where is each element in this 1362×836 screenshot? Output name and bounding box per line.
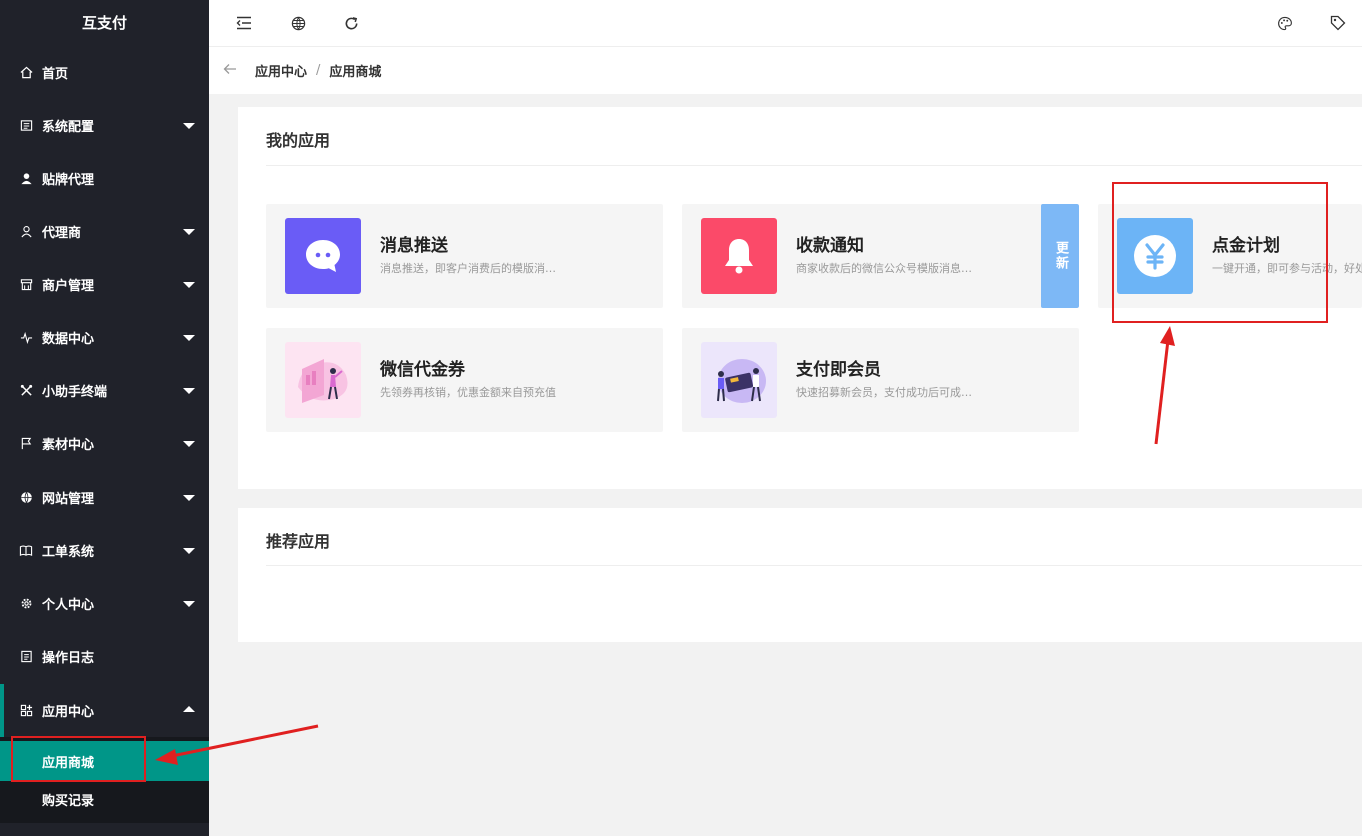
app-card-desc: 先领券再核销，优惠金额来自预充值 xyxy=(380,386,556,399)
app-card-title: 收款通知 xyxy=(796,236,864,256)
sidebar-item-home[interactable]: 首页 xyxy=(0,46,209,99)
caret-down-icon xyxy=(183,229,195,235)
app-card-title: 支付即会员 xyxy=(796,360,881,380)
back-arrow-icon[interactable] xyxy=(223,63,237,79)
sidebar-item-data-center[interactable]: 数据中心 xyxy=(0,311,209,364)
sidebar-item-label: 操作日志 xyxy=(42,651,95,666)
app-logo-title: 互支付 xyxy=(81,14,127,32)
recommended-apps-panel: 推荐应用 xyxy=(238,508,1362,642)
sidebar-item-label: 工单系统 xyxy=(42,545,95,560)
sidebar-item-label: 数据中心 xyxy=(42,332,95,347)
breadcrumb-item-app-center[interactable]: 应用中心 xyxy=(255,61,307,80)
sidebar-item-label: 代理商 xyxy=(42,226,82,241)
apps-icon xyxy=(19,704,33,718)
gear-icon xyxy=(19,597,33,611)
caret-down-icon xyxy=(183,548,195,554)
app-card-title: 消息推送 xyxy=(380,236,448,256)
sidebar-item-label: 网站管理 xyxy=(42,492,95,507)
tag-icon[interactable] xyxy=(1329,14,1347,32)
app-card-title: 微信代金券 xyxy=(380,360,465,380)
coupon-illustration-icon xyxy=(285,342,361,418)
sidebar-item-operation-log[interactable]: 操作日志 xyxy=(0,630,209,683)
sidebar-item-label: 小助手终端 xyxy=(42,385,108,400)
sidebar-item-website[interactable]: 网站管理 xyxy=(0,471,209,524)
sidebar-item-agents[interactable]: 代理商 xyxy=(0,205,209,258)
submenu-item-purchase-records[interactable]: 购买记录 xyxy=(0,779,209,819)
sidebar-item-label: 首页 xyxy=(42,67,69,82)
pulse-icon xyxy=(19,331,33,345)
sidebar-item-label: 应用中心 xyxy=(42,705,95,720)
highlight-box-app-store xyxy=(11,736,146,782)
member-illustration-icon xyxy=(701,342,777,418)
panel-divider xyxy=(266,565,1362,566)
top-header xyxy=(209,0,1362,47)
caret-down-icon xyxy=(183,495,195,501)
sidebar-item-label: 商户管理 xyxy=(42,279,95,294)
log-icon xyxy=(19,650,33,664)
sidebar-item-label: 个人中心 xyxy=(42,598,95,613)
palette-icon[interactable] xyxy=(1276,14,1294,32)
sidebar-item-label: 系统配置 xyxy=(42,120,95,135)
user-icon xyxy=(19,172,33,186)
app-card-desc: 商家收款后的微信公众号模版消息通知 xyxy=(796,262,981,275)
caret-up-icon xyxy=(183,706,195,712)
globe-icon[interactable] xyxy=(289,14,307,32)
sidebar: 互支付 首页 系统配置 贴牌代理 代理商 商户管理 数据中心 小助手终端 素材中… xyxy=(0,0,209,836)
settings-icon xyxy=(19,119,33,133)
my-apps-title: 我的应用 xyxy=(266,131,331,150)
app-card-desc: 快速招募新会员，支付成功后可成为会员 xyxy=(796,386,981,399)
caret-down-icon xyxy=(183,123,195,129)
book-icon xyxy=(19,544,33,558)
highlight-box-gold-plan xyxy=(1112,182,1328,323)
sidebar-item-system-config[interactable]: 系统配置 xyxy=(0,99,209,152)
app-card-pay-membership[interactable]: 支付即会员 快速招募新会员，支付成功后可成为会员 xyxy=(682,328,1079,432)
tools-icon xyxy=(19,384,33,398)
chat-bubble-icon xyxy=(285,218,361,294)
shrink-menu-icon[interactable] xyxy=(235,14,253,32)
home-icon xyxy=(19,66,33,80)
sidebar-item-oem-agent[interactable]: 贴牌代理 xyxy=(0,152,209,205)
app-card-message-push[interactable]: 消息推送 消息推送，即客户消费后的模版消息推送 xyxy=(266,204,663,308)
app-card-wechat-coupon[interactable]: 微信代金券 先领券再核销，优惠金额来自预充值 xyxy=(266,328,663,432)
globe-icon xyxy=(19,491,33,505)
caret-down-icon xyxy=(183,388,195,394)
caret-down-icon xyxy=(183,601,195,607)
sidebar-item-materials[interactable]: 素材中心 xyxy=(0,417,209,470)
update-badge[interactable]: 更新 xyxy=(1041,204,1079,308)
panel-divider xyxy=(266,165,1362,166)
breadcrumb-separator: / xyxy=(316,63,321,78)
breadcrumb-item-app-store: 应用商城 xyxy=(329,65,382,80)
caret-down-icon xyxy=(183,282,195,288)
sidebar-item-merchants[interactable]: 商户管理 xyxy=(0,258,209,311)
bell-icon xyxy=(701,218,777,294)
breadcrumb: 应用中心 / 应用商城 xyxy=(209,47,1362,94)
sidebar-item-app-center[interactable]: 应用中心 xyxy=(0,684,209,737)
sidebar-item-tickets[interactable]: 工单系统 xyxy=(0,524,209,577)
caret-down-icon xyxy=(183,335,195,341)
person-icon xyxy=(19,225,33,239)
app-card-payment-notice[interactable]: 收款通知 商家收款后的微信公众号模版消息通知 更新 xyxy=(682,204,1079,308)
app-card-desc: 消息推送，即客户消费后的模版消息推送 xyxy=(380,262,565,275)
flag-icon xyxy=(19,437,33,451)
store-icon xyxy=(19,278,33,292)
sidebar-item-personal-center[interactable]: 个人中心 xyxy=(0,577,209,630)
recommended-apps-title: 推荐应用 xyxy=(266,532,331,551)
refresh-icon[interactable] xyxy=(342,14,360,32)
sidebar-item-label: 贴牌代理 xyxy=(42,173,95,188)
caret-down-icon xyxy=(183,441,195,447)
sidebar-item-assistant-terminal[interactable]: 小助手终端 xyxy=(0,364,209,417)
sidebar-item-label: 素材中心 xyxy=(42,438,95,453)
